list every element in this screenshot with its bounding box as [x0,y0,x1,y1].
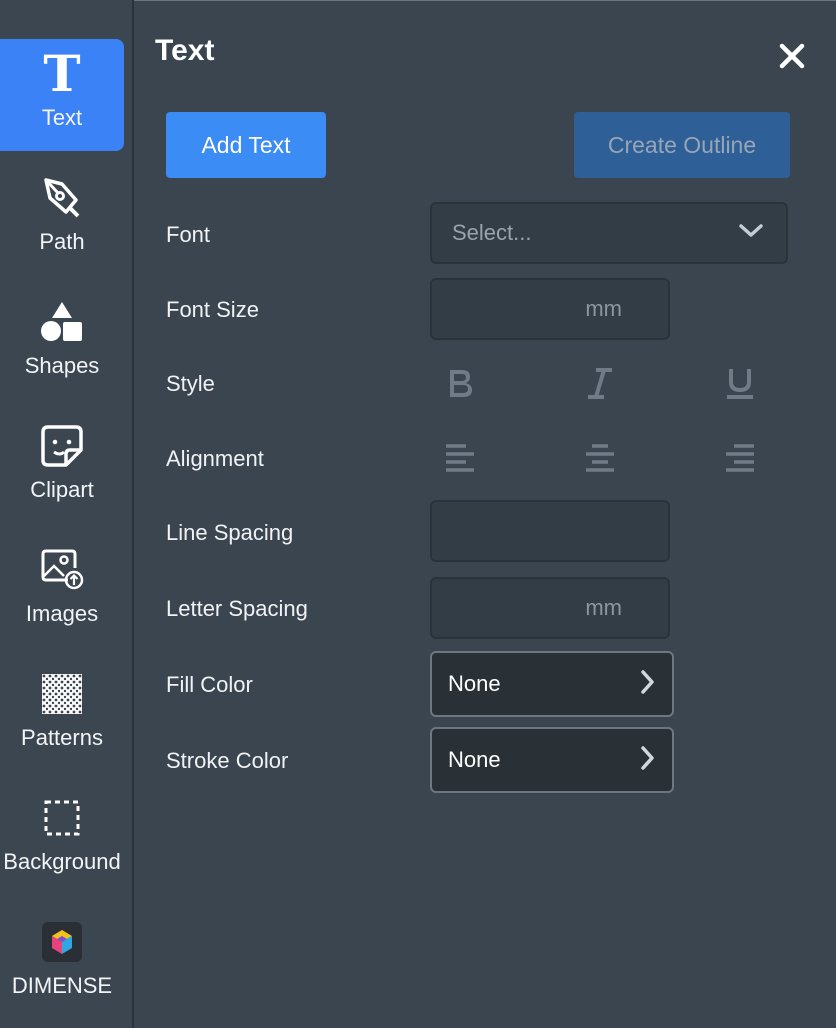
sidebar-item-label: Images [25,601,99,626]
line-spacing-label: Line Spacing [166,520,294,545]
align-left-icon[interactable] [442,440,478,476]
font-select-placeholder: Select... [452,220,532,245]
underline-icon[interactable] [722,365,758,401]
fill-color-label: Fill Color [166,672,253,697]
sidebar-item-patterns[interactable]: Patterns [0,659,124,771]
dashed-square-icon [44,793,80,843]
sidebar-item-dimense[interactable]: DIMENSE [0,907,124,1019]
sidebar-item-label: Clipart [30,477,94,502]
sidebar-item-label: DIMENSE [11,973,113,998]
sidebar-item-label: Patterns [21,725,103,750]
font-size-field: mm [430,278,670,340]
sidebar-item-label: Background [3,849,121,874]
sidebar-item-images[interactable]: Images [0,535,124,647]
letter-spacing-input[interactable] [437,594,586,622]
letter-spacing-label: Letter Spacing [166,596,308,621]
stroke-color-label: Stroke Color [166,748,289,773]
pen-tool-icon [40,173,84,223]
pattern-grid-icon [41,669,83,719]
add-text-button[interactable]: Add Text [166,112,326,178]
tool-sidebar: T Text Path Shapes Clipart Images Patter… [0,0,132,1028]
sidebar-item-shapes[interactable]: Shapes [0,287,124,399]
chevron-right-icon [640,745,656,776]
stroke-color-value: None [448,747,501,772]
close-icon[interactable] [774,38,810,74]
sidebar-item-text[interactable]: T Text [0,39,124,151]
align-center-icon[interactable] [582,440,618,476]
image-upload-icon [40,545,84,595]
letter-spacing-field: mm [430,577,670,639]
sidebar-item-label: Path [39,229,85,254]
shapes-icon [40,297,84,347]
sidebar-item-label: Shapes [24,353,100,378]
font-label: Font [166,222,211,247]
sidebar-item-label: Text [41,105,83,130]
fill-color-value: None [448,671,501,696]
font-select[interactable]: Select... [430,202,788,264]
sidebar-item-background[interactable]: Background [0,783,124,895]
create-outline-button[interactable]: Create Outline [574,112,790,178]
line-spacing-input[interactable] [450,517,668,545]
chevron-down-icon [738,223,764,244]
text-t-icon: T [43,44,81,103]
font-size-unit: mm [585,296,622,321]
sidebar-item-path[interactable]: Path [0,163,124,275]
letter-spacing-unit: mm [585,595,622,620]
line-spacing-field [430,500,670,562]
panel-title: Text [155,34,215,67]
stroke-color-picker[interactable]: None [430,727,674,793]
sticker-icon [40,421,84,471]
align-right-icon[interactable] [722,440,758,476]
fill-color-picker[interactable]: None [430,651,674,717]
italic-icon[interactable] [582,365,618,401]
font-size-input[interactable] [437,295,586,323]
style-label: Style [166,371,215,396]
bold-icon[interactable] [442,365,478,401]
alignment-label: Alignment [166,446,264,471]
chevron-right-icon [640,669,656,700]
sidebar-item-clipart[interactable]: Clipart [0,411,124,523]
font-size-label: Font Size [166,297,259,322]
dimense-logo-icon [41,917,83,967]
